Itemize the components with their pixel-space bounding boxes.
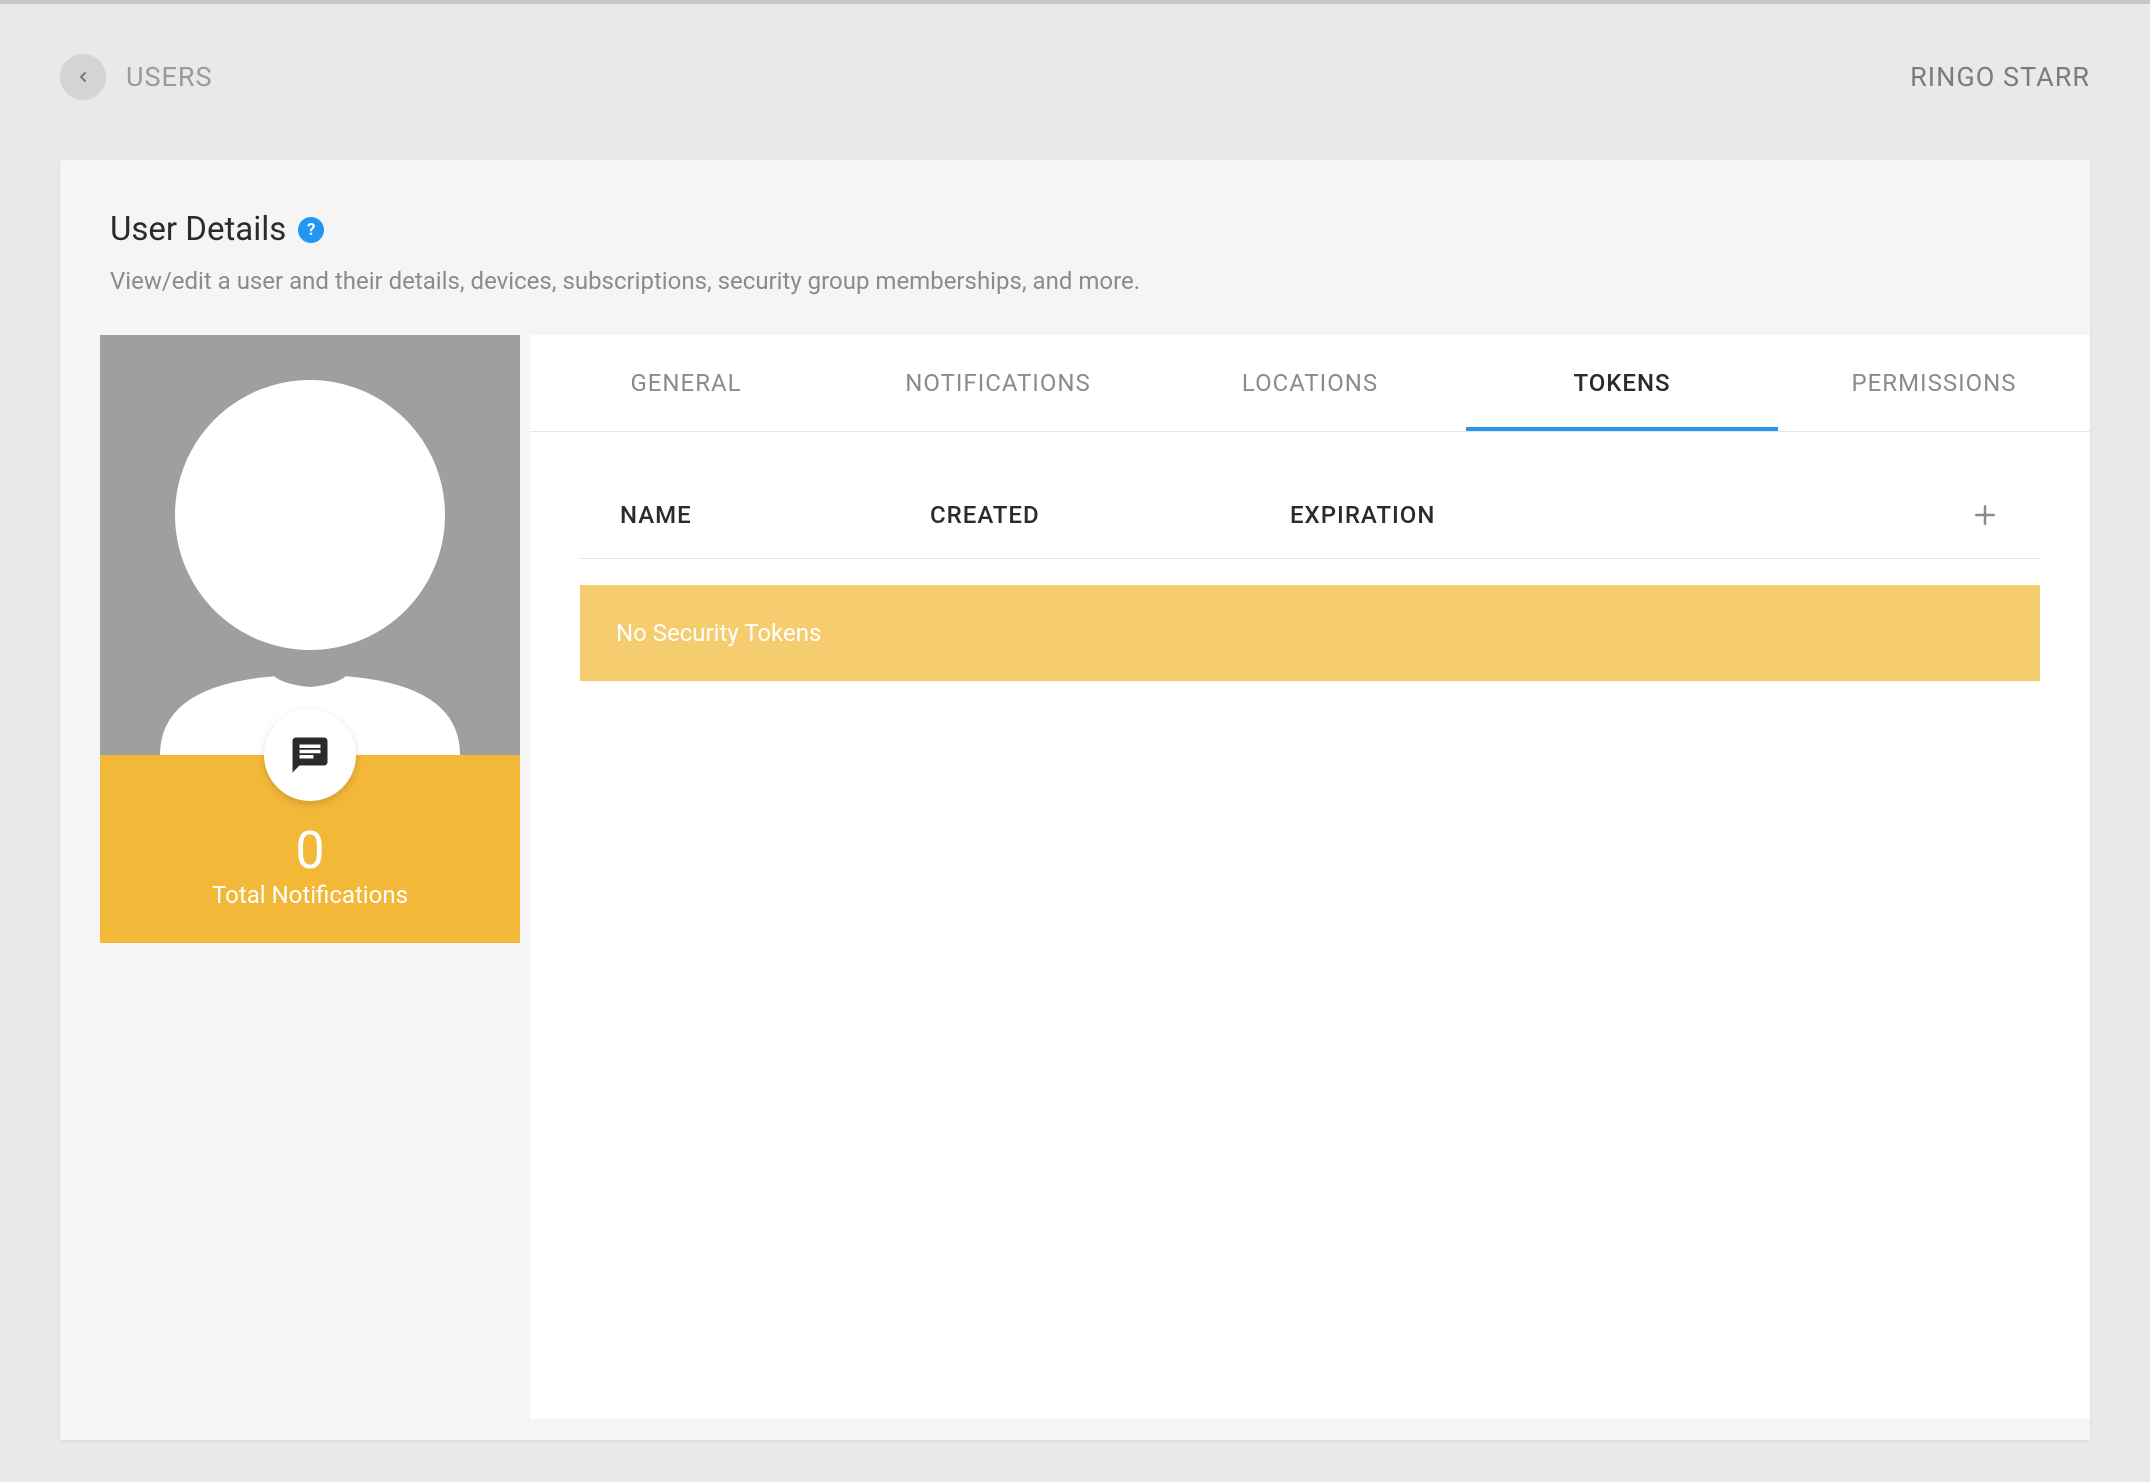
tab-tokens[interactable]: TOKENS xyxy=(1466,335,1778,431)
page-subtitle: View/edit a user and their details, devi… xyxy=(110,267,2040,295)
breadcrumb[interactable]: USERS xyxy=(126,61,213,93)
notifications-button[interactable] xyxy=(264,709,356,801)
notification-label: Total Notifications xyxy=(100,881,520,909)
tab-notifications[interactable]: NOTIFICATIONS xyxy=(842,335,1154,431)
empty-state-message: No Security Tokens xyxy=(580,585,2040,681)
user-details-panel: User Details ? View/edit a user and thei… xyxy=(60,160,2090,1440)
back-button[interactable] xyxy=(60,54,106,100)
column-header-created[interactable]: CREATED xyxy=(930,501,1290,529)
column-header-name[interactable]: NAME xyxy=(620,501,930,529)
current-user-name: RINGO STARR xyxy=(1910,61,2090,93)
avatar xyxy=(100,335,520,755)
top-bar: USERS RINGO STARR xyxy=(60,54,2090,100)
main-content: GENERAL NOTIFICATIONS LOCATIONS TOKENS P… xyxy=(530,335,2090,1419)
page-title: User Details xyxy=(110,210,286,249)
tokens-table-header: NAME CREATED EXPIRATION xyxy=(580,472,2040,559)
avatar-placeholder-icon xyxy=(100,335,520,755)
tab-general[interactable]: GENERAL xyxy=(530,335,842,431)
tab-locations[interactable]: LOCATIONS xyxy=(1154,335,1466,431)
help-icon[interactable]: ? xyxy=(298,217,324,243)
tabs: GENERAL NOTIFICATIONS LOCATIONS TOKENS P… xyxy=(530,335,2090,432)
plus-icon[interactable] xyxy=(1970,500,2000,530)
chevron-left-icon xyxy=(75,69,91,85)
message-icon xyxy=(289,734,331,776)
column-header-expiration[interactable]: EXPIRATION xyxy=(1290,501,1960,529)
notification-count: 0 xyxy=(100,825,520,877)
tab-permissions[interactable]: PERMISSIONS xyxy=(1778,335,2090,431)
user-avatar-card: 0 Total Notifications xyxy=(100,335,520,943)
